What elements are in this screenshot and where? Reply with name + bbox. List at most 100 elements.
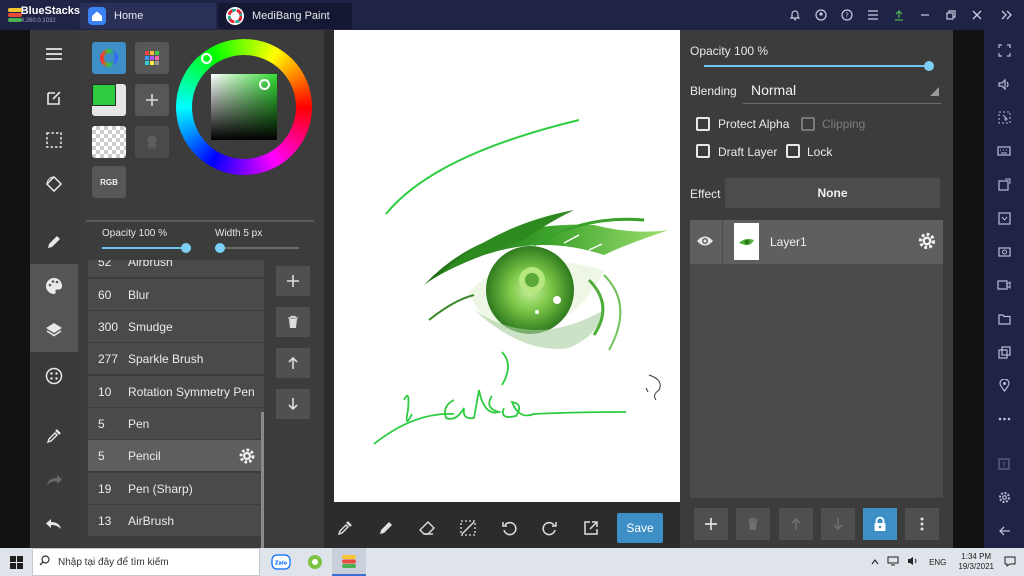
windows-start-icon[interactable]	[0, 548, 32, 576]
layer-settings-gear-icon[interactable]	[917, 231, 937, 256]
protect-alpha-checkbox[interactable]	[696, 117, 710, 131]
layer-row[interactable]: Layer1	[690, 220, 943, 264]
back-arrow-icon[interactable]	[984, 515, 1024, 549]
layer-down-icon[interactable]	[821, 508, 855, 540]
blending-select[interactable]: Normal	[743, 76, 941, 104]
help-sidebar-icon[interactable]: ?	[984, 448, 1024, 482]
layers-icon[interactable]	[30, 308, 78, 352]
brush-item-pen[interactable]: 5 Pen	[88, 408, 264, 439]
undo-icon[interactable]	[30, 502, 78, 546]
taskbar-search-input[interactable]: Nhập tại đây để tìm kiếm	[32, 548, 260, 576]
eraser-icon[interactable]	[406, 508, 447, 548]
edit-icon[interactable]	[30, 76, 78, 120]
close-icon[interactable]	[964, 0, 990, 30]
transparent-color-swatch[interactable]	[92, 126, 126, 158]
hue-knob[interactable]	[201, 53, 212, 64]
layer-more-icon[interactable]	[905, 508, 939, 540]
redo-icon[interactable]	[30, 458, 78, 502]
restore-icon[interactable]	[938, 0, 964, 30]
effect-button[interactable]: None	[725, 178, 940, 208]
menu-icon[interactable]	[860, 0, 886, 30]
expand-sidebar-icon[interactable]	[990, 0, 1024, 30]
brush-opacity-slider[interactable]	[181, 243, 191, 253]
brush-item-airbrush-2[interactable]: 13 AirBrush	[88, 505, 264, 536]
material-icon[interactable]	[30, 354, 78, 398]
eye-visibility-icon[interactable]	[696, 234, 714, 253]
screenshot-icon[interactable]	[984, 235, 1024, 269]
keyboard-icon[interactable]	[984, 135, 1024, 169]
palette-grid-button[interactable]	[135, 42, 169, 74]
account-icon[interactable]	[808, 0, 834, 30]
lock-checkbox[interactable]	[786, 144, 800, 158]
add-layer-button[interactable]	[694, 508, 728, 540]
save-button[interactable]: Save	[617, 513, 663, 543]
brush-list-scrollbar[interactable]	[261, 412, 264, 548]
color-wheel-mode-button[interactable]	[92, 42, 126, 74]
move-brush-down-icon[interactable]	[276, 389, 310, 419]
eyedropper-icon[interactable]	[30, 414, 78, 458]
canvas-eyedropper-icon[interactable]	[324, 508, 365, 548]
lock-layer-icon[interactable]	[863, 508, 897, 540]
drawing-canvas[interactable]	[334, 30, 680, 502]
taskbar-clock[interactable]: 1:34 PM 19/3/2021	[958, 552, 994, 571]
color-palette-icon[interactable]	[30, 264, 78, 308]
speaker-icon[interactable]	[907, 556, 919, 568]
move-brush-up-icon[interactable]	[276, 348, 310, 378]
hamburger-menu-icon[interactable]	[30, 32, 78, 76]
tray-chevron-icon[interactable]	[871, 558, 879, 567]
layer-opacity-slider[interactable]	[924, 61, 934, 71]
pointer-icon[interactable]	[984, 101, 1024, 135]
brush-settings-gear-icon[interactable]	[238, 447, 256, 468]
brush-item-smudge[interactable]: 300 Smudge	[88, 311, 264, 342]
canvas-pen-icon[interactable]	[365, 508, 406, 548]
brush-item-sparkle[interactable]: 277 Sparkle Brush	[88, 343, 264, 374]
bluestacks-taskbar-icon[interactable]	[332, 548, 366, 576]
transform-icon[interactable]	[30, 162, 78, 206]
network-icon[interactable]	[887, 556, 899, 568]
clipping-checkbox[interactable]	[801, 117, 815, 131]
brush-item-pencil[interactable]: 5 Pencil	[88, 440, 264, 471]
delete-layer-icon[interactable]	[736, 508, 770, 540]
layer-up-icon[interactable]	[779, 508, 813, 540]
update-icon[interactable]	[886, 0, 912, 30]
brush-item-blur[interactable]: 60 Blur	[88, 279, 264, 310]
brush-width-slider[interactable]	[215, 243, 225, 253]
canvas-redo-icon[interactable]	[529, 508, 570, 548]
primary-secondary-color[interactable]	[92, 84, 126, 116]
deselect-icon[interactable]	[447, 508, 488, 548]
input-language[interactable]: ENG	[929, 558, 946, 567]
delete-brush-icon[interactable]	[276, 307, 310, 337]
location-icon[interactable]	[984, 369, 1024, 403]
selection-icon[interactable]	[30, 118, 78, 162]
delete-color-button[interactable]	[135, 126, 169, 158]
brush-item-pen-sharp[interactable]: 19 Pen (Sharp)	[88, 473, 264, 504]
export-icon[interactable]	[570, 508, 611, 548]
bell-icon[interactable]	[782, 0, 808, 30]
more-options-icon[interactable]	[984, 403, 1024, 437]
folder-icon[interactable]	[984, 302, 1024, 336]
add-color-button[interactable]	[135, 84, 169, 116]
volume-icon[interactable]	[984, 68, 1024, 102]
hue-wheel[interactable]	[176, 39, 312, 175]
record-icon[interactable]	[984, 269, 1024, 303]
brush-width-track[interactable]	[215, 247, 299, 249]
install-apk-icon[interactable]	[984, 168, 1024, 202]
green-app-icon[interactable]	[298, 548, 332, 576]
minimize-icon[interactable]	[912, 0, 938, 30]
zalo-app-icon[interactable]: Zalo	[264, 548, 298, 576]
brush-item-airbrush[interactable]: 52 Airbrush	[88, 260, 264, 277]
help-icon[interactable]: ?	[834, 0, 860, 30]
add-brush-button[interactable]	[276, 266, 310, 296]
brush-item-rotation-symmetry-pen[interactable]: 10 Rotation Symmetry Pen	[88, 376, 264, 407]
settings-gear-icon[interactable]	[984, 481, 1024, 515]
canvas-undo-icon[interactable]	[488, 508, 529, 548]
tab-home[interactable]: Home	[80, 3, 216, 29]
pen-tool-icon[interactable]	[30, 220, 78, 264]
draft-layer-checkbox[interactable]	[696, 144, 710, 158]
tab-medibang[interactable]: MediBang Paint	[218, 3, 352, 29]
rgb-mode-button[interactable]: RGB	[92, 166, 126, 198]
notification-icon[interactable]	[1004, 556, 1016, 569]
multi-instance-icon[interactable]	[984, 336, 1024, 370]
fullscreen-icon[interactable]	[984, 34, 1024, 68]
primary-color-swatch[interactable]	[92, 84, 116, 106]
